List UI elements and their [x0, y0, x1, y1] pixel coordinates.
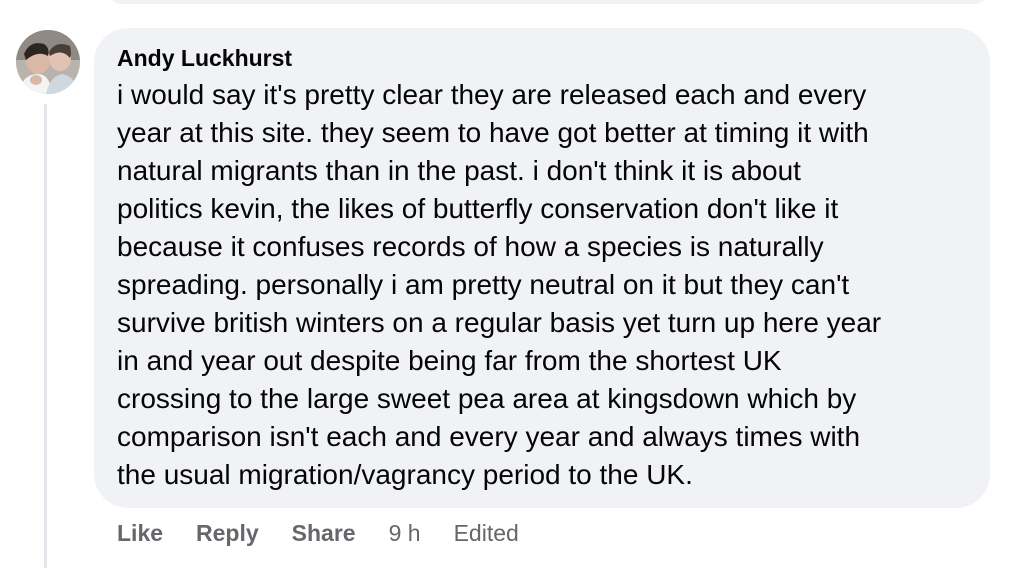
- share-button[interactable]: Share: [292, 520, 356, 547]
- profile-photo-icon: [16, 30, 80, 94]
- comment-bubble: Andy Luckhurst i would say it's pretty c…: [94, 28, 990, 508]
- like-button[interactable]: Like: [117, 520, 163, 547]
- comment-text: i would say it's pretty clear they are r…: [117, 79, 882, 490]
- edited-label[interactable]: Edited: [454, 520, 519, 547]
- thread-connector-line: [44, 104, 47, 568]
- avatar[interactable]: [16, 30, 80, 94]
- comment-actions: Like Reply Share 9 h Edited: [117, 518, 519, 548]
- comment-author-name[interactable]: Andy Luckhurst: [117, 44, 968, 72]
- comment-timestamp[interactable]: 9 h: [389, 520, 421, 547]
- previous-comment-bubble-edge: [108, 0, 988, 4]
- comment-thread: Andy Luckhurst i would say it's pretty c…: [0, 0, 1022, 568]
- reply-button[interactable]: Reply: [196, 520, 259, 547]
